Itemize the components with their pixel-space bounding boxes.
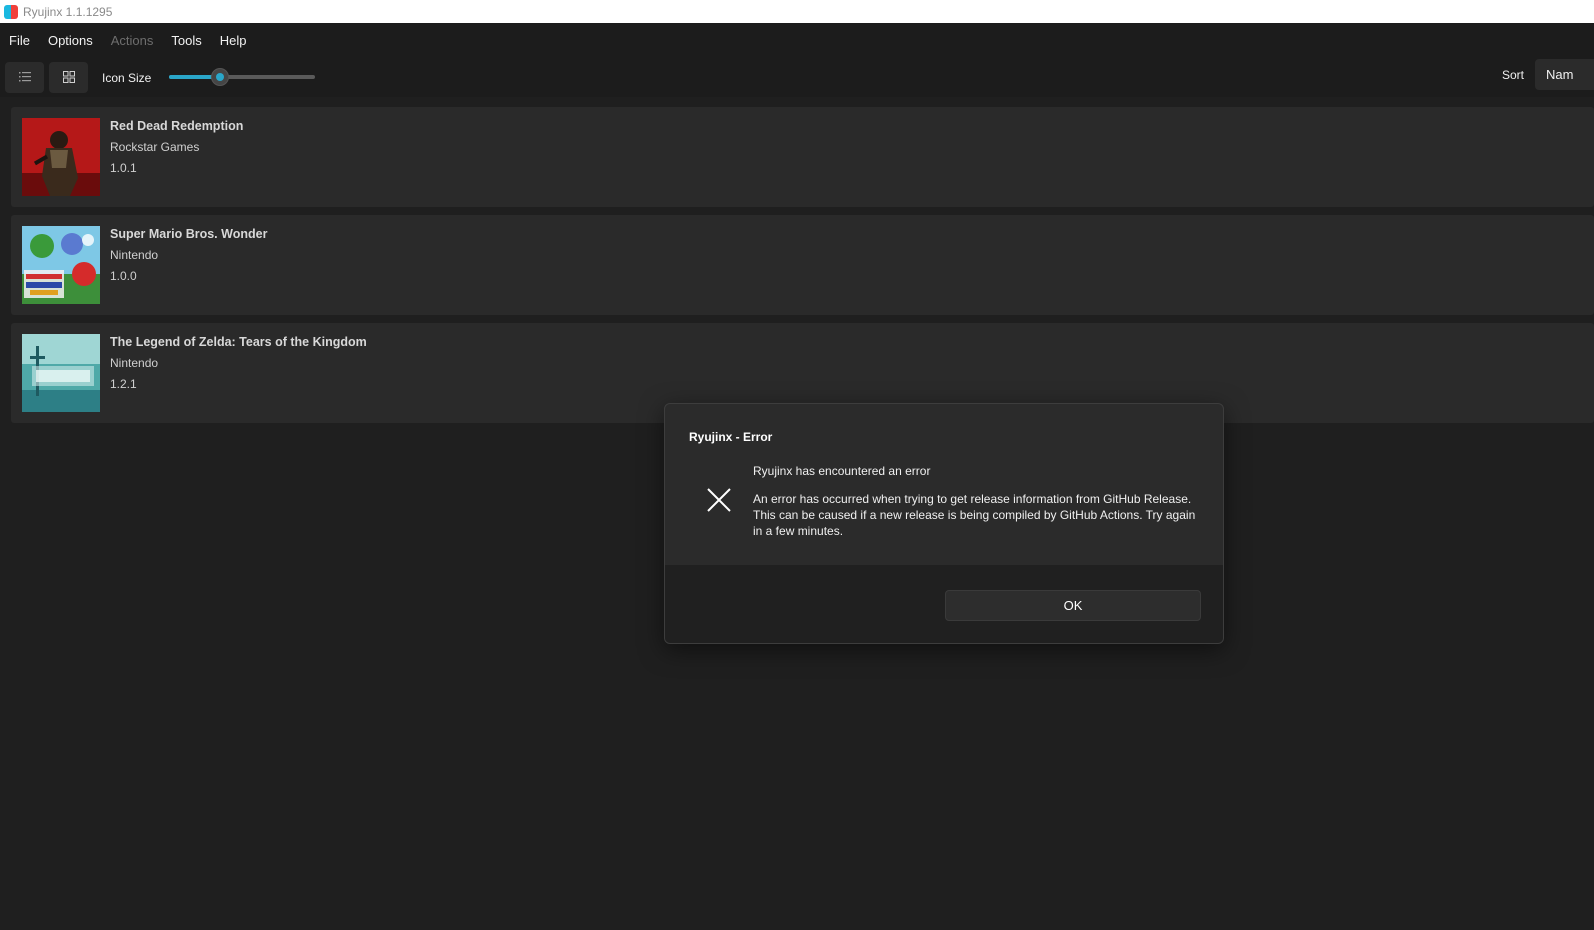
title-bar: Ryujinx 1.1.1295	[0, 0, 1594, 23]
menu-file[interactable]: File	[9, 33, 30, 48]
menu-help[interactable]: Help	[220, 33, 247, 48]
sort-dropdown[interactable]: Nam	[1535, 59, 1594, 90]
list-view-icon	[18, 72, 31, 82]
icon-size-slider[interactable]	[169, 67, 316, 87]
game-title: Red Dead Redemption	[110, 119, 244, 133]
list-view-button[interactable]	[5, 61, 44, 93]
game-developer: Nintendo	[110, 248, 159, 262]
game-version: 1.0.1	[110, 161, 137, 175]
game-developer: Nintendo	[110, 356, 159, 370]
game-cover-image	[22, 226, 100, 304]
dialog-title: Ryujinx - Error	[689, 430, 773, 444]
dialog-message: An error has occurred when trying to get…	[753, 492, 1196, 538]
error-dialog: Ryujinx - Error Ryujinx has encountered …	[664, 403, 1224, 644]
ok-button[interactable]: OK	[945, 590, 1201, 621]
game-title: The Legend of Zelda: Tears of the Kingdo…	[110, 335, 367, 349]
game-row-super-mario-bros-wonder[interactable]: Super Mario Bros. Wonder Nintendo 1.0.0	[11, 215, 1594, 315]
menu-actions[interactable]: Actions	[111, 33, 154, 48]
sort-label: Sort	[1502, 68, 1525, 82]
close-icon	[707, 488, 731, 512]
dialog-heading: Ryujinx has encountered an error	[753, 464, 931, 478]
game-cover-image	[22, 334, 100, 412]
game-developer: Rockstar Games	[110, 140, 200, 154]
icon-size-label: Icon Size	[102, 71, 152, 85]
menu-options[interactable]: Options	[48, 33, 93, 48]
menu-bar: File Options Actions Tools Help	[0, 23, 1594, 57]
dialog-footer: OK	[665, 565, 1223, 643]
grid-view-button[interactable]	[49, 61, 88, 93]
window-title: Ryujinx 1.1.1295	[23, 4, 113, 19]
game-row-red-dead-redemption[interactable]: Red Dead Redemption Rockstar Games 1.0.1	[11, 107, 1594, 207]
game-version: 1.2.1	[110, 377, 137, 391]
ryujinx-logo-icon	[4, 4, 18, 19]
toolbar: Icon Size	[0, 57, 1594, 97]
slider-thumb[interactable]	[211, 68, 230, 86]
game-title: Super Mario Bros. Wonder	[110, 227, 268, 241]
menu-tools[interactable]: Tools	[171, 33, 201, 48]
game-version: 1.0.0	[110, 269, 137, 283]
game-cover-image	[22, 118, 100, 196]
grid-view-icon	[62, 71, 75, 83]
